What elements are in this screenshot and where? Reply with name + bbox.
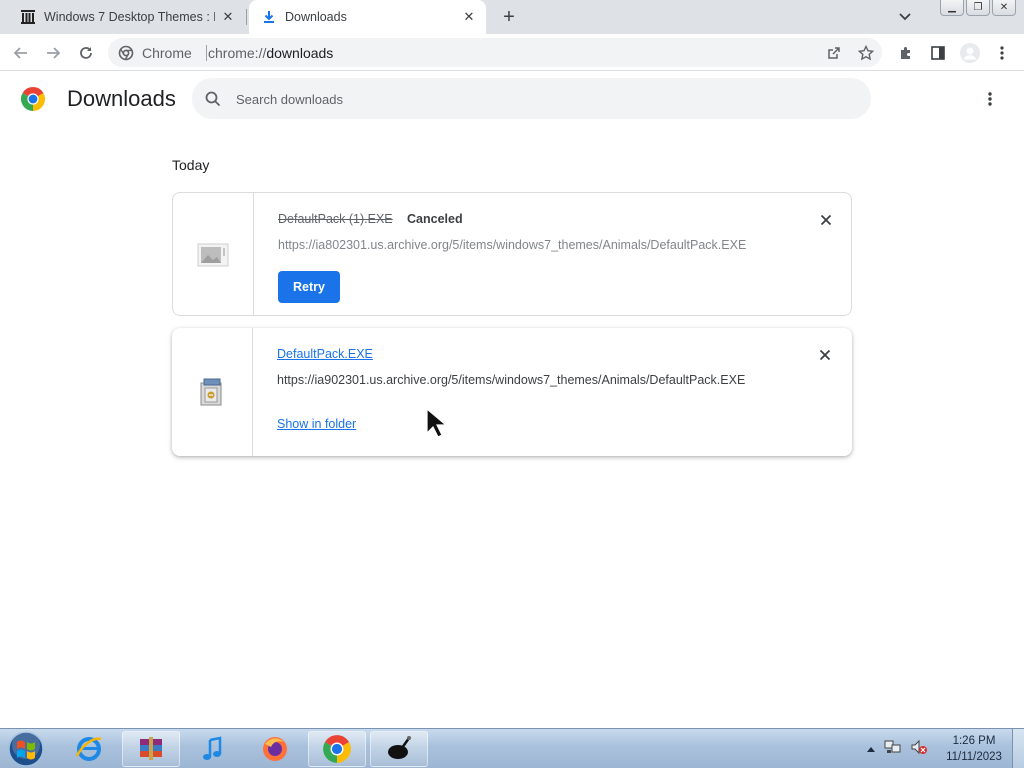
network-icon[interactable] (884, 739, 902, 760)
winrar-icon[interactable] (122, 731, 180, 767)
site-chip: Chrome (142, 45, 192, 61)
chrome-logo-icon (20, 86, 46, 112)
broken-file-icon (197, 239, 229, 271)
window-controls: ▁ ❐ ✕ (940, 0, 1016, 18)
volume-muted-icon[interactable] (910, 739, 928, 760)
page-title: Downloads (67, 86, 176, 111)
chrome-site-icon (118, 45, 134, 61)
extensions-puzzle-icon[interactable] (894, 41, 918, 65)
clock-time: 1:26 PM (952, 735, 996, 747)
download-icon-column (173, 193, 254, 315)
show-hidden-icons-chevron-icon[interactable] (866, 740, 876, 758)
remove-close-icon[interactable] (817, 347, 833, 363)
retry-button[interactable]: Retry (278, 271, 340, 303)
date-section-label: Today (172, 157, 210, 173)
browser-toolbar: Chrome chrome://downloads (0, 34, 1024, 71)
show-in-folder-link[interactable]: Show in folder (277, 417, 356, 431)
itunes-icon[interactable] (184, 731, 242, 767)
profile-avatar-icon[interactable] (958, 41, 982, 65)
search-input[interactable] (236, 89, 836, 109)
tab-title: Downloads (285, 10, 347, 24)
download-status: Canceled (407, 212, 463, 226)
back-arrow-icon[interactable] (9, 41, 33, 65)
tab-close-icon[interactable]: ✕ (460, 8, 478, 26)
address-bar[interactable]: Chrome chrome://downloads (108, 38, 882, 67)
tab-search-chevron-icon[interactable] (895, 9, 915, 25)
app-taskbar-icon[interactable] (370, 731, 428, 767)
mouse-cursor-icon (425, 407, 449, 439)
system-tray (866, 735, 928, 763)
url-path: downloads (266, 45, 334, 61)
tab-close-icon[interactable]: ✕ (219, 8, 237, 26)
show-desktop-button[interactable] (1012, 729, 1024, 768)
search-downloads-box[interactable] (192, 78, 871, 119)
close-window-button[interactable]: ✕ (992, 0, 1016, 16)
side-panel-icon[interactable] (926, 41, 950, 65)
url-scheme: chrome:// (208, 45, 267, 61)
share-icon[interactable] (824, 43, 844, 63)
tab-strip: Windows 7 Desktop Themes : Mi ✕ Download… (0, 0, 1024, 34)
forward-arrow-icon[interactable] (41, 41, 65, 65)
search-icon (204, 90, 222, 108)
tab-windows7-themes[interactable]: Windows 7 Desktop Themes : Mi ✕ (8, 0, 245, 34)
file-name: DefaultPack (1).EXE (278, 212, 393, 226)
archive-org-icon (20, 9, 36, 25)
windows-taskbar: 1:26 PM 11/11/2023 (0, 728, 1024, 768)
download-item-complete: DefaultPack.EXE https://ia902301.us.arch… (172, 328, 852, 456)
omnibox-divider (206, 45, 207, 61)
start-button[interactable] (6, 730, 46, 768)
taskbar-clock[interactable]: 1:26 PM 11/11/2023 (940, 733, 1008, 765)
remove-close-icon[interactable] (818, 212, 834, 228)
tab-separator (246, 9, 247, 25)
firefox-icon[interactable] (246, 731, 304, 767)
download-url: https://ia902301.us.archive.org/5/items/… (277, 373, 746, 387)
minimize-button[interactable]: ▁ (940, 0, 964, 16)
bookmark-star-icon[interactable] (856, 43, 876, 63)
url-text: chrome://downloads (208, 45, 333, 61)
restore-button[interactable]: ❐ (966, 0, 990, 16)
internet-explorer-icon[interactable] (60, 731, 118, 767)
file-name-link[interactable]: DefaultPack.EXE (277, 347, 373, 361)
chrome-menu-icon[interactable] (990, 41, 1014, 65)
tab-downloads[interactable]: Downloads ✕ (249, 0, 486, 34)
download-icon (261, 9, 277, 25)
download-url: https://ia802301.us.archive.org/5/items/… (278, 238, 747, 252)
download-item-canceled: DefaultPack (1).EXE Canceled https://ia8… (172, 192, 852, 316)
new-tab-button[interactable]: + (498, 6, 520, 28)
download-icon-column (172, 328, 253, 456)
installer-file-icon (196, 376, 228, 408)
tab-title: Windows 7 Desktop Themes : Mi (44, 10, 215, 24)
more-actions-icon[interactable] (980, 88, 1000, 110)
chrome-taskbar-icon[interactable] (308, 731, 366, 767)
clock-date: 11/11/2023 (946, 751, 1002, 763)
reload-icon[interactable] (74, 41, 98, 65)
